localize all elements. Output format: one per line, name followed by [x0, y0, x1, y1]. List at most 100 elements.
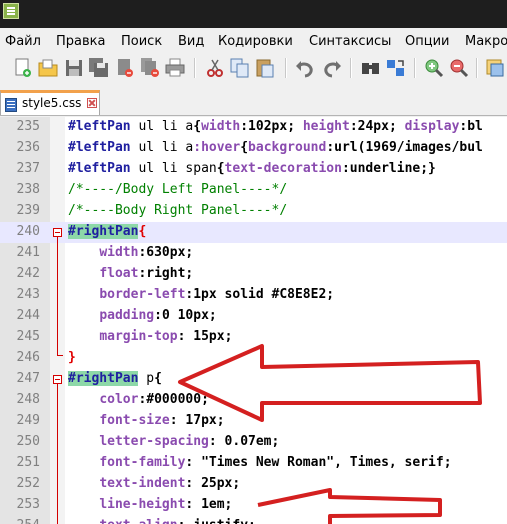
close-all-icon[interactable]: [139, 57, 161, 79]
close-icon[interactable]: [114, 57, 136, 79]
code-token: display: [404, 119, 460, 134]
line-number: 249: [16, 413, 40, 428]
print-icon[interactable]: [164, 57, 186, 79]
app-icon: [3, 3, 19, 19]
code-text: padding:0 10px;: [68, 308, 216, 323]
fold-toggle-icon[interactable]: [53, 228, 62, 237]
code-text: text-indent: 25px;: [68, 476, 240, 491]
code-token: {: [154, 371, 162, 386]
code-token: {: [240, 140, 249, 155]
menu-options[interactable]: Опции: [405, 34, 449, 49]
redo-icon[interactable]: [320, 57, 342, 79]
code-line[interactable]: 251 font-family: "Times New Roman", Time…: [0, 453, 507, 474]
code-line[interactable]: 236 #leftPan ul li a:hover{background:url…: [0, 138, 507, 159]
code-text: /*----/Body Left Panel----*/: [68, 182, 287, 197]
code-token: padding: [99, 308, 155, 323]
code-line[interactable]: 249 font-size: 17px;: [0, 411, 507, 432]
code-token: 630px: [146, 245, 186, 260]
menu-bar: Файл Правка Поиск Вид Кодировки Синтакси…: [0, 28, 507, 54]
code-token: ul li a: [130, 140, 194, 155]
code-text: line-height: 1em;: [68, 497, 232, 512]
tab-style5-css[interactable]: style5.css: [0, 90, 100, 115]
menu-syntax[interactable]: Синтаксисы: [309, 34, 391, 49]
zoom-in-icon[interactable]: [423, 57, 445, 79]
find-icon[interactable]: [360, 57, 382, 79]
code-token: 17px: [185, 413, 217, 428]
fold-range-line: [57, 384, 58, 524]
replace-icon[interactable]: [385, 57, 407, 79]
code-token: #leftPan: [68, 140, 131, 155]
code-token: :: [326, 140, 335, 155]
save-icon[interactable]: [63, 57, 85, 79]
new-file-icon[interactable]: [12, 57, 34, 79]
toolbar-separator: [350, 58, 352, 78]
code-token: ;: [224, 497, 233, 512]
file-icon: [5, 97, 17, 112]
line-number: 252: [16, 476, 40, 491]
code-text: letter-spacing: 0.07em;: [68, 434, 279, 449]
menu-file[interactable]: Файл: [5, 34, 41, 49]
code-line[interactable]: 242 float:right;: [0, 264, 507, 285]
code-line[interactable]: 241 width:630px;: [0, 243, 507, 264]
menu-edit[interactable]: Правка: [56, 34, 105, 49]
menu-encoding[interactable]: Кодировки: [218, 34, 293, 49]
code-token: #rightPan: [68, 224, 139, 239]
zoom-out-icon[interactable]: [448, 57, 470, 79]
code-line[interactable]: 235 #leftPan ul li a{width:102px; height:…: [0, 117, 507, 138]
sync-icon[interactable]: [484, 57, 506, 79]
toolbar-separator: [414, 58, 416, 78]
code-line[interactable]: 254 text-align: justify;: [0, 516, 507, 524]
code-token: float: [99, 266, 139, 281]
code-token: ;: [185, 245, 194, 260]
code-text: float:right;: [68, 266, 193, 281]
menu-macro[interactable]: Макро: [465, 34, 507, 49]
undo-icon[interactable]: [295, 57, 317, 79]
line-number: 238: [16, 182, 40, 197]
code-editor[interactable]: 235 #leftPan ul li a{width:102px; height:…: [0, 117, 507, 524]
save-all-icon[interactable]: [88, 57, 110, 79]
fold-range-line: [57, 237, 58, 355]
line-number: 235: [16, 119, 40, 134]
code-line[interactable]: 238 /*----/Body Left Panel----*/: [0, 180, 507, 201]
code-line[interactable]: 253 line-height: 1em;: [0, 495, 507, 516]
close-tab-icon[interactable]: [87, 98, 97, 108]
code-token: ;: [201, 392, 209, 407]
code-token: text-indent: [99, 476, 186, 491]
code-line[interactable]: 247 #rightPan p{: [0, 369, 507, 390]
code-token: :: [169, 413, 186, 428]
code-text: width:630px;: [68, 245, 193, 260]
code-token: :bl: [459, 119, 483, 134]
code-line[interactable]: 245 margin-top: 15px;: [0, 327, 507, 348]
code-token: {: [216, 161, 225, 176]
menu-view[interactable]: Вид: [178, 34, 204, 49]
cut-icon[interactable]: [204, 57, 226, 79]
line-number: 245: [16, 329, 40, 344]
code-line[interactable]: 252 text-indent: 25px;: [0, 474, 507, 495]
code-line[interactable]: 246}: [0, 348, 507, 369]
code-token: {: [138, 224, 147, 239]
code-text: font-size: 17px;: [68, 413, 224, 428]
code-line[interactable]: 250 letter-spacing: 0.07em;: [0, 432, 507, 453]
open-file-icon[interactable]: [37, 57, 59, 79]
code-line[interactable]: 239 /*----Body Right Panel----*/: [0, 201, 507, 222]
code-line[interactable]: 243 border-left:1px solid #C8E8E2;: [0, 285, 507, 306]
code-token: width: [201, 119, 241, 134]
code-token: #leftPan: [68, 119, 131, 134]
code-line[interactable]: 240 #rightPan{: [0, 222, 507, 243]
code-line[interactable]: 248 color:#000000;: [0, 390, 507, 411]
code-line[interactable]: 237 #leftPan ul li span{text-decoration:u…: [0, 159, 507, 180]
paste-icon[interactable]: [254, 57, 276, 79]
menu-search[interactable]: Поиск: [121, 34, 162, 49]
copy-icon[interactable]: [229, 57, 251, 79]
fold-toggle-icon[interactable]: [53, 375, 62, 384]
code-token: :: [177, 329, 194, 344]
code-token: {: [193, 119, 202, 134]
code-text: #rightPan{: [68, 224, 146, 239]
code-line[interactable]: 244 padding:0 10px;: [0, 306, 507, 327]
